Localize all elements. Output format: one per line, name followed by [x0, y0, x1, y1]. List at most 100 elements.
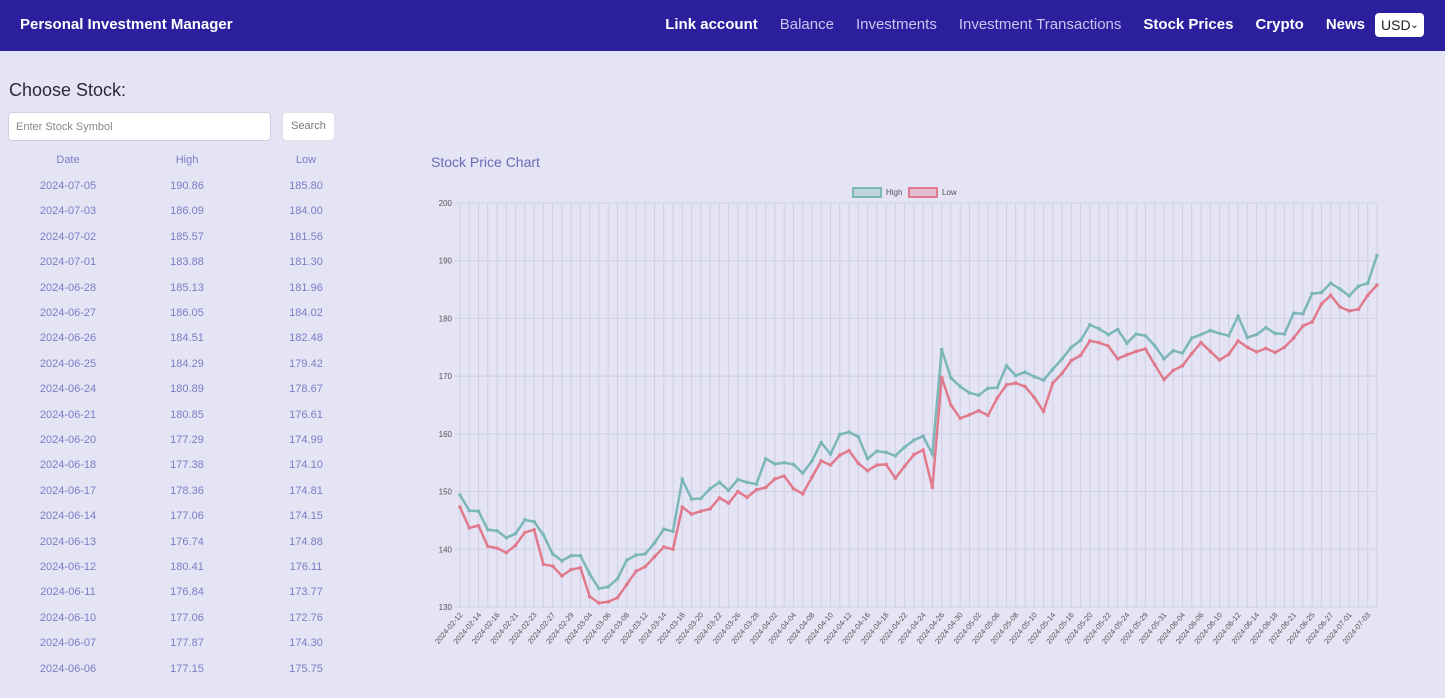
- nav-link-balance[interactable]: Balance: [780, 16, 834, 33]
- data-point-low: [1236, 339, 1240, 343]
- data-point-high: [1060, 357, 1064, 361]
- data-point-high: [643, 552, 648, 556]
- data-point-low: [606, 600, 611, 604]
- search-button[interactable]: Search: [282, 112, 335, 141]
- data-point-high: [523, 518, 527, 522]
- data-point-high: [532, 519, 536, 524]
- table-row: 2024-06-07 177.87 174.30: [0, 637, 360, 662]
- high-cell: 177.06: [170, 611, 204, 624]
- high-cell: 186.09: [170, 205, 204, 218]
- nav-link-link-account[interactable]: Link account: [665, 16, 758, 33]
- data-point-high: [967, 391, 972, 395]
- data-point-low: [717, 496, 722, 500]
- high-cell: 177.29: [170, 434, 204, 446]
- nav-link-stock-prices[interactable]: Stock Prices: [1143, 16, 1233, 33]
- data-point-high: [1291, 311, 1296, 316]
- choose-stock-title: Choose Stock:: [9, 80, 127, 100]
- low-cell: 174.15: [289, 510, 323, 523]
- data-point-low: [1171, 368, 1176, 373]
- low-cell: 174.30: [289, 637, 323, 650]
- high-cell: 180.41: [170, 561, 204, 573]
- data-point-high: [856, 434, 861, 439]
- data-point-high: [1226, 333, 1231, 338]
- column-header-low: Low: [295, 154, 317, 166]
- high-cell: 190.86: [170, 180, 204, 192]
- data-point-low: [578, 565, 583, 570]
- table-row: 2024-06-10 177.06 172.76: [0, 612, 360, 637]
- data-point-high: [476, 509, 481, 513]
- data-point-high: [847, 430, 851, 434]
- date-cell: 2024-06-07: [39, 637, 97, 650]
- data-point-high: [1004, 363, 1009, 368]
- data-point-high: [597, 586, 601, 591]
- data-point-high: [1088, 322, 1092, 327]
- nav-link-news[interactable]: News: [1326, 16, 1365, 33]
- data-point-low: [893, 476, 898, 481]
- data-point-low: [958, 416, 962, 421]
- legend-label-high: High: [886, 188, 902, 197]
- data-point-high: [708, 486, 712, 491]
- high-cell: 177.38: [170, 459, 204, 472]
- data-point-low: [680, 505, 685, 509]
- data-point-high: [819, 440, 824, 445]
- data-point-low: [1088, 339, 1092, 343]
- data-point-low: [708, 507, 712, 511]
- data-point-high: [689, 497, 694, 501]
- data-point-low: [921, 448, 925, 452]
- data-point-low: [847, 448, 851, 453]
- low-cell: 185.80: [289, 180, 323, 192]
- data-point-high: [726, 488, 731, 493]
- data-point-low: [643, 564, 648, 569]
- date-cell: 2024-06-12: [39, 561, 97, 573]
- data-point-low: [661, 545, 666, 549]
- low-cell: 172.76: [289, 611, 323, 624]
- column-header-date: Date: [56, 154, 80, 166]
- data-point-high: [1347, 294, 1352, 298]
- data-point-high: [1180, 351, 1185, 355]
- data-point-low: [745, 495, 749, 500]
- data-point-low: [513, 543, 518, 548]
- low-cell: 174.81: [289, 484, 323, 497]
- stock-search-input[interactable]: Enter Stock Symbol: [8, 112, 271, 141]
- date-cell: 2024-07-02: [39, 230, 97, 243]
- nav-link-crypto[interactable]: Crypto: [1255, 16, 1303, 33]
- data-point-high: [1152, 343, 1157, 348]
- high-cell: 184.51: [170, 332, 204, 345]
- data-point-low: [485, 544, 490, 549]
- data-point-high: [912, 438, 916, 443]
- data-point-low: [1310, 320, 1314, 324]
- data-point-low: [1097, 340, 1101, 345]
- data-point-high: [1217, 331, 1222, 336]
- data-point-high: [1365, 281, 1370, 286]
- data-point-high: [458, 493, 462, 497]
- data-point-low: [1023, 384, 1027, 389]
- data-point-low: [624, 582, 629, 587]
- series-line-low: [458, 284, 1378, 605]
- high-cell: 177.87: [170, 637, 204, 650]
- brand-title[interactable]: Personal Investment Manager: [20, 16, 233, 33]
- nav-link-investments[interactable]: Investments: [856, 16, 937, 33]
- data-point-low: [1226, 352, 1231, 357]
- data-point-high: [606, 585, 611, 589]
- high-cell: 185.13: [170, 281, 204, 294]
- data-point-low: [837, 453, 842, 458]
- nav-link-investment-transactions[interactable]: Investment Transactions: [959, 16, 1122, 33]
- currency-select[interactable]: USD ⌄: [1375, 13, 1424, 37]
- data-point-high: [1078, 338, 1083, 343]
- high-cell: 177.06: [170, 510, 204, 523]
- data-point-low: [726, 501, 731, 505]
- data-point-high: [513, 531, 518, 536]
- data-point-low: [810, 475, 814, 479]
- data-point-high: [995, 385, 1000, 390]
- table-row: 2024-07-02 185.57 181.56: [0, 231, 360, 256]
- data-point-high: [875, 449, 879, 453]
- data-point-low: [1301, 324, 1305, 328]
- data-point-high: [1134, 332, 1138, 336]
- date-cell: 2024-06-18: [39, 459, 97, 472]
- data-point-low: [930, 485, 935, 490]
- data-point-high: [467, 508, 472, 513]
- low-cell: 182.48: [289, 332, 323, 345]
- top-navbar: Personal Investment Manager Link account…: [0, 0, 1445, 51]
- data-point-high: [1282, 332, 1287, 336]
- data-point-high: [1023, 370, 1027, 374]
